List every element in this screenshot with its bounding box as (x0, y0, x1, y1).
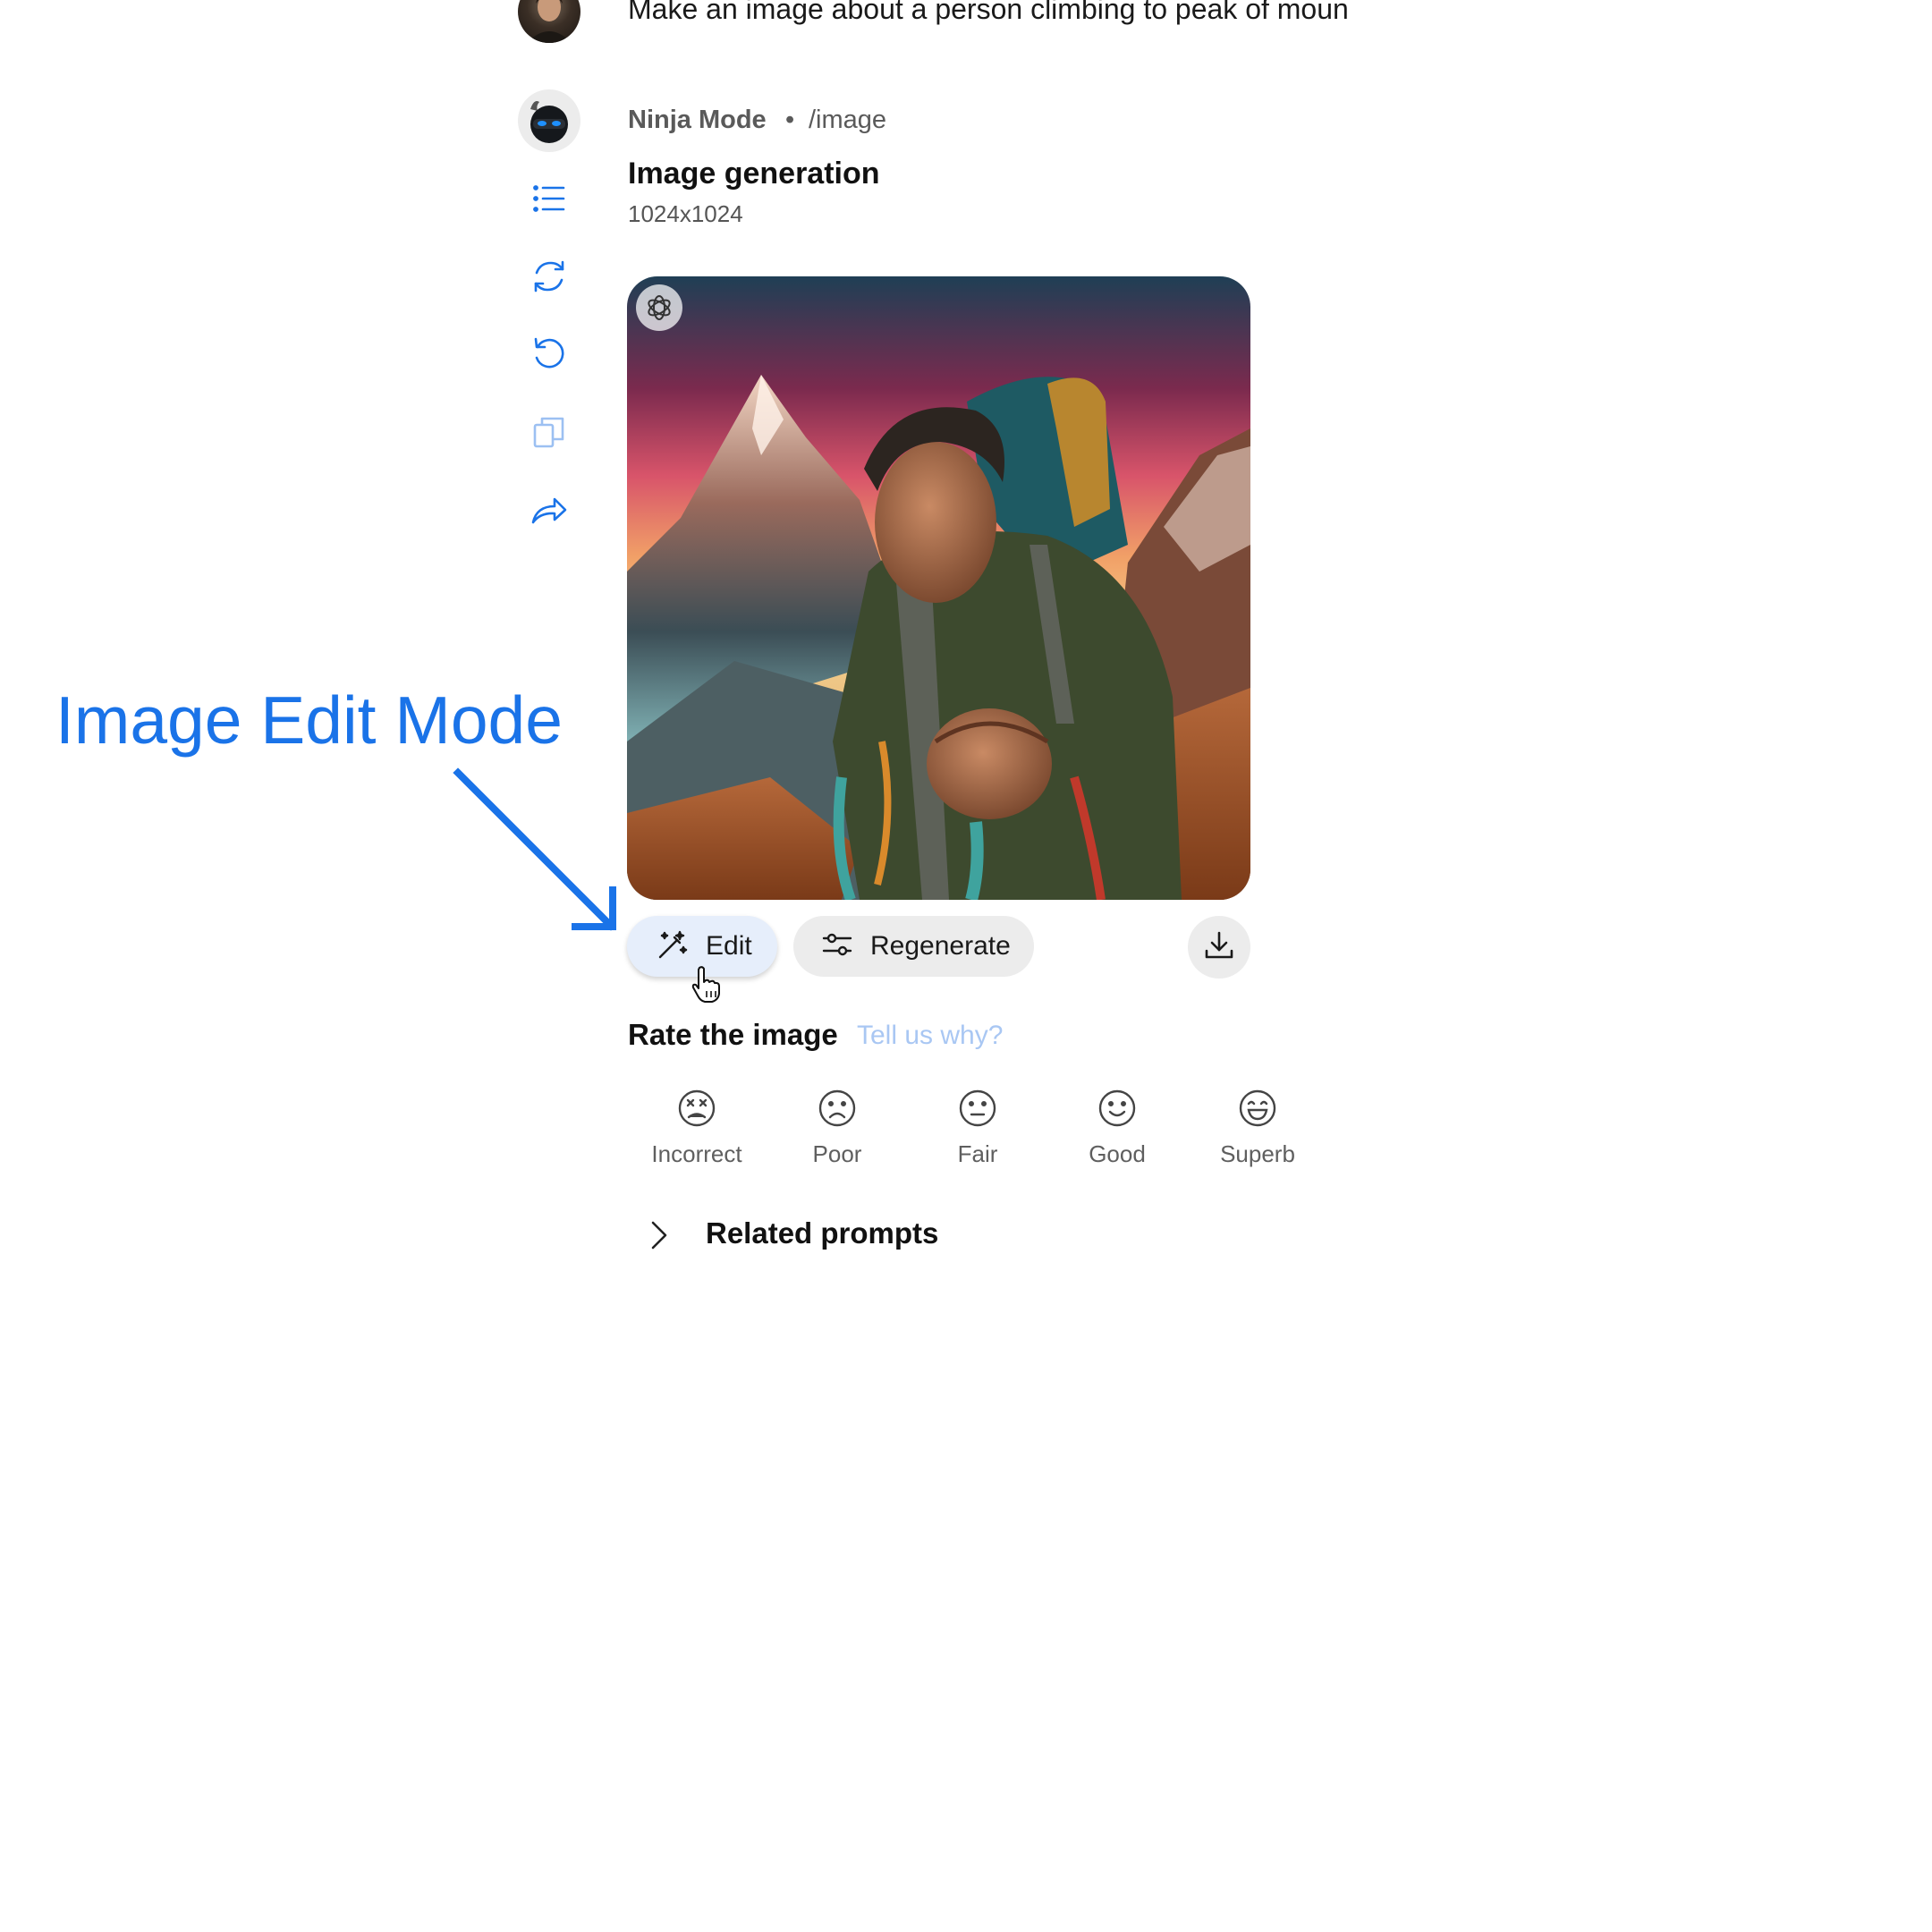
face-dizzy-icon (676, 1088, 717, 1133)
annotation-title: Image Edit Mode (55, 682, 563, 758)
rating-label: Good (1089, 1140, 1146, 1167)
rating-label: Incorrect (651, 1140, 742, 1167)
undo-icon[interactable] (530, 335, 569, 374)
face-smile-icon (1097, 1088, 1138, 1133)
assistant-name: Ninja Mode (628, 106, 767, 134)
regenerate-button-label: Regenerate (870, 931, 1011, 961)
download-icon (1201, 928, 1237, 968)
generated-image[interactable] (627, 276, 1250, 900)
user-avatar (518, 0, 580, 43)
face-neutral-icon (957, 1088, 998, 1133)
share-icon[interactable] (530, 490, 569, 530)
generation-title: Image generation (628, 157, 880, 191)
regenerate-button[interactable]: Regenerate (793, 916, 1034, 977)
edit-button-label: Edit (706, 931, 752, 961)
openai-logo-icon (636, 284, 682, 331)
face-sad-icon (817, 1088, 858, 1133)
magic-wand-icon (656, 928, 690, 966)
annotation-arrow-icon (447, 760, 626, 939)
list-icon[interactable] (530, 179, 569, 218)
rating-superb[interactable]: Superb (1204, 1088, 1311, 1168)
copy-icon[interactable] (530, 412, 569, 452)
rating-label: Superb (1220, 1140, 1295, 1167)
sliders-icon (820, 928, 854, 966)
rating-fair[interactable]: Fair (924, 1088, 1031, 1168)
name-separator: • (785, 106, 795, 134)
chevron-right-icon[interactable] (646, 1218, 673, 1252)
command-tag: /image (809, 106, 887, 134)
ninja-avatar (518, 89, 580, 152)
tell-us-why-link[interactable]: Tell us why? (857, 1021, 1003, 1051)
related-prompts-toggle[interactable]: Related prompts (706, 1216, 938, 1250)
download-button[interactable] (1188, 916, 1250, 979)
rate-title: Rate the image (628, 1018, 838, 1051)
image-size: 1024x1024 (628, 200, 743, 227)
hand-pointer-cursor-icon (689, 964, 724, 1004)
rating-label: Fair (957, 1140, 998, 1167)
rating-poor[interactable]: Poor (784, 1088, 891, 1168)
rating-good[interactable]: Good (1063, 1088, 1171, 1168)
face-grin-icon (1237, 1088, 1278, 1133)
refresh-icon[interactable] (530, 257, 569, 296)
rating-label: Poor (812, 1140, 862, 1167)
user-prompt-text: Make an image about a person climbing to… (628, 0, 1349, 25)
rating-incorrect[interactable]: Incorrect (643, 1088, 750, 1168)
